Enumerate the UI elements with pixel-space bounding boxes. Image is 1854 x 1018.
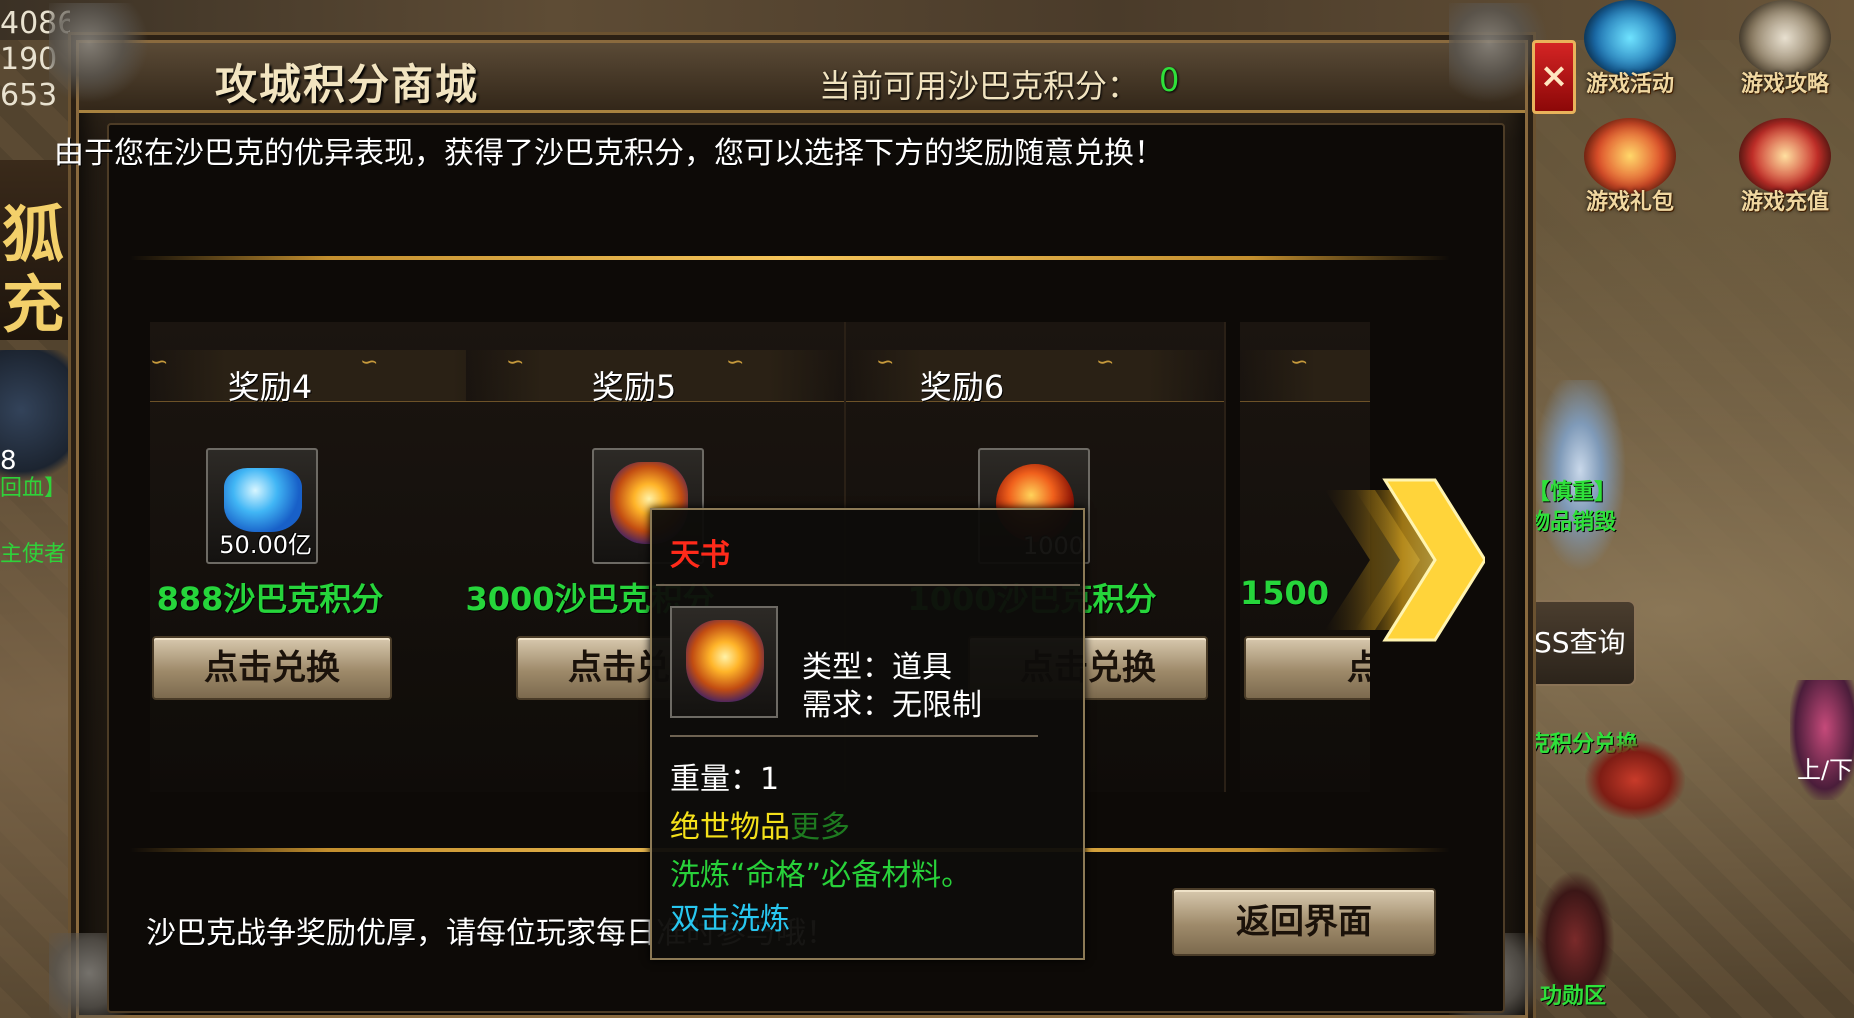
game-recharge-button[interactable]: 游戏充值 [1720,118,1850,216]
left-side-banner: 狐充 [0,160,72,340]
tooltip-rarity: 绝世物品 [670,810,790,845]
modal-title: 攻城积分商城 [215,60,480,109]
tooltip-action-hint: 双击洗炼 [670,902,790,937]
reward-title: 奖励5 [591,368,677,406]
tooltip-rarity-line: 绝世物品更多 [670,802,850,846]
reward-title: 奖励4 [227,368,313,406]
tooltip-divider [670,735,1038,737]
npc-item-destroy-tag: 物品销毁 [1528,510,1617,535]
return-button[interactable]: 返回界面 [1172,888,1436,956]
game-gift-label: 游戏礼包 [1585,190,1674,215]
red-npc-tag: 功勋区 [1540,984,1607,1009]
scroll-icon [1739,118,1831,194]
treasure-chest-icon[interactable] [1585,740,1685,820]
game-guide-button[interactable]: 游戏攻略 [1720,0,1850,98]
curl-ornament-icon: ∽ [1096,350,1115,375]
points-value: 0 [1159,61,1180,99]
blue-gem-icon [224,468,302,532]
tooltip-more-link[interactable]: 更多 [790,810,850,845]
game-recharge-label: 游戏充值 [1740,190,1829,215]
tooltip-divider [656,584,1080,586]
tooltip-item-slot [670,606,778,718]
npc-warning-tag: 【慎重】 [1528,480,1617,505]
intro-message: 由于您在沙巴克的优异表现，获得了沙巴克积分，您可以选择下方的奖励随意兑换！ [54,136,1164,171]
dragon-ornament-icon [49,3,149,103]
game-gift-button[interactable]: 游戏礼包 [1565,118,1695,216]
item-tooltip: 天书 类型：道具 需求：无限制 重量：1 绝世物品更多 洗炼“命格”必备材料。 … [650,508,1085,960]
next-page-arrow-icon[interactable] [1325,470,1485,650]
gift-icon [1584,118,1676,194]
helmet-icon [1739,0,1831,76]
curl-ornament-icon: ∽ [1290,350,1309,375]
boss-query-button[interactable]: SS查询 [1526,600,1636,686]
points-label: 当前可用沙巴克积分： [819,67,1140,105]
item-quantity: 50.00亿 [219,531,312,559]
tooltip-description: 洗炼“命格”必备材料。 [670,858,972,893]
reward-cost: 888沙巴克积分 [156,580,384,618]
up-down-button[interactable]: 上/下 [1790,680,1854,800]
left-npc-tag: 回血】 [0,476,67,501]
gold-divider [130,256,1450,260]
game-activity-label: 游戏活动 [1585,72,1674,97]
activity-orb-icon [1584,0,1676,76]
redeem-button[interactable]: 点击兑换 [152,636,392,700]
left-npc-name: 主使者 [0,542,67,567]
close-button[interactable]: × [1532,40,1576,114]
reward-title: 奖励6 [919,368,1005,406]
golden-crown-icon [686,620,764,702]
game-guide-label: 游戏攻略 [1740,72,1829,97]
tooltip-weight: 重量：1 [670,762,780,797]
tooltip-item-name: 天书 [670,538,730,573]
tooltip-requirement: 需求：无限制 [802,688,982,723]
reward-item-slot[interactable]: 50.00亿 [206,448,318,564]
left-banner-glyph: 狐充 [2,198,65,341]
game-activity-button[interactable]: 游戏活动 [1565,0,1695,98]
